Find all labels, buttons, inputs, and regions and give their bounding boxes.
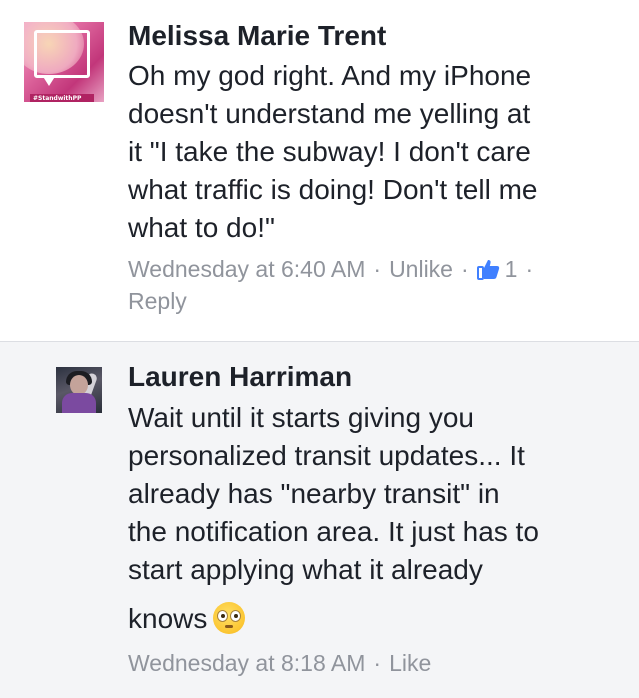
- comment-text-line: already has "nearby transit" in: [128, 478, 500, 509]
- comment-text-line: what to do!": [128, 212, 275, 243]
- reply-button[interactable]: Reply: [128, 285, 187, 317]
- separator-dot: ·: [525, 256, 534, 282]
- avatar-photo-body: [62, 393, 96, 413]
- emoji-eye: [230, 610, 242, 622]
- avatar-badge-text: #StandwithPP: [33, 95, 82, 102]
- comment-text-line: what traffic is doing! Don't tell me: [128, 174, 538, 205]
- comment-text-line: Oh my god right. And my iPhone: [128, 60, 532, 91]
- like-button[interactable]: Like: [389, 650, 431, 676]
- unlike-button[interactable]: Unlike: [389, 256, 453, 282]
- comment-meta: Wednesday at 8:18 AM · Like: [128, 647, 431, 679]
- comment-text-line: start applying what it already: [128, 554, 483, 585]
- comment-melissa: #StandwithPP Melissa Marie Trent Oh my g…: [0, 0, 639, 341]
- comment-meta: Wednesday at 6:40 AM · Unlike · 1 ·: [128, 253, 541, 289]
- comment-text-line: knows: [128, 603, 208, 634]
- thumbs-up-icon[interactable]: [476, 257, 501, 289]
- timestamp-link[interactable]: Wednesday at 6:40 AM: [128, 256, 365, 282]
- comment-text-line: it "I take the subway! I don't care: [128, 136, 531, 167]
- avatar-photo-face: [70, 375, 88, 395]
- separator-dot: ·: [460, 256, 469, 282]
- comment-text-line: doesn't understand me yelling at: [128, 98, 531, 129]
- timestamp-link[interactable]: Wednesday at 8:18 AM: [128, 650, 365, 676]
- comment-text-line: the notification area. It just has to: [128, 516, 539, 547]
- comment-text: Wait until it starts giving you personal…: [128, 399, 624, 649]
- comment-author[interactable]: Melissa Marie Trent: [128, 20, 386, 52]
- emoji-mouth: [225, 625, 234, 628]
- comment-author[interactable]: Lauren Harriman: [128, 361, 352, 393]
- separator-dot: ·: [373, 650, 382, 676]
- like-count[interactable]: 1: [505, 256, 518, 282]
- avatar[interactable]: [56, 367, 102, 413]
- speech-bubble-icon: [34, 30, 90, 78]
- avatar[interactable]: #StandwithPP: [24, 22, 104, 102]
- speech-bubble-tail: [42, 75, 56, 86]
- comment-text-line: Wait until it starts giving you: [128, 402, 474, 433]
- comment-text-line-last: knows: [128, 589, 624, 649]
- comment-text-line: personalized transit updates... It: [128, 440, 525, 471]
- comment-text: Oh my god right. And my iPhone doesn't u…: [128, 57, 624, 247]
- separator-dot: ·: [373, 256, 382, 282]
- flushed-face-emoji-icon: [213, 602, 246, 634]
- emoji-eye: [217, 610, 229, 622]
